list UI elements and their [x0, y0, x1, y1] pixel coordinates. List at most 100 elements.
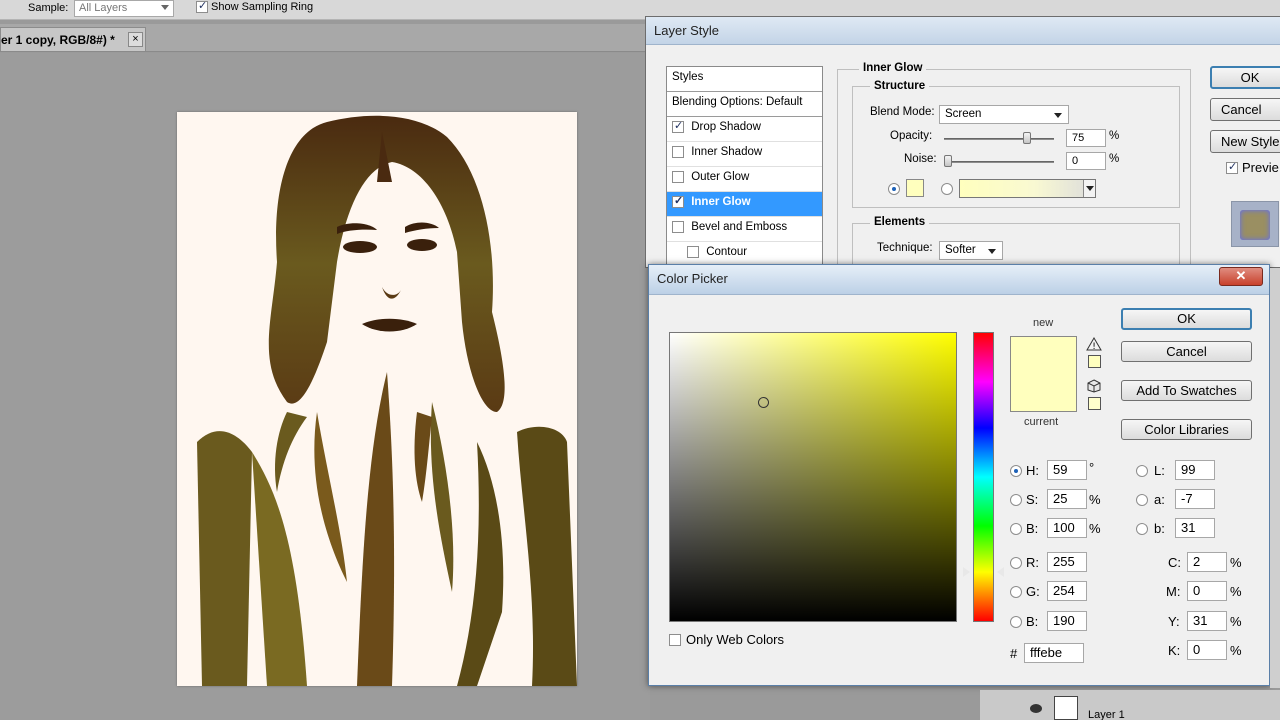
sample-select[interactable]: All Layers — [74, 0, 174, 17]
yellow-value: 31 — [1193, 613, 1208, 628]
new-style-button[interactable]: New Style — [1210, 130, 1280, 153]
brightness-radio[interactable] — [1010, 523, 1022, 535]
lightness-field[interactable]: 99 — [1175, 460, 1215, 480]
web-safe-cube-icon[interactable] — [1087, 379, 1102, 393]
opacity-field[interactable]: 75 — [1066, 129, 1106, 147]
b-channel-radio[interactable] — [1136, 523, 1148, 535]
saturation-field[interactable]: 25 — [1047, 489, 1087, 509]
show-sampling-ring-toggle[interactable]: Show Sampling Ring — [196, 0, 314, 13]
preview-toggle[interactable]: Previe — [1226, 160, 1279, 175]
blend-mode-select[interactable]: Screen — [939, 105, 1069, 124]
noise-field[interactable]: 0 — [1066, 152, 1106, 170]
cyan-field[interactable]: 2 — [1187, 552, 1227, 572]
color-picker-titlebar[interactable]: Color Picker — [649, 265, 1269, 295]
layer-style-titlebar[interactable]: Layer Style — [646, 17, 1280, 45]
document-tab[interactable]: er 1 copy, RGB/8#) * × — [0, 27, 146, 51]
yellow-field[interactable]: 31 — [1187, 611, 1227, 631]
color-field-cursor[interactable] — [758, 397, 769, 408]
color-radio[interactable] — [888, 183, 900, 195]
bevel-emboss-checkbox[interactable] — [672, 221, 684, 233]
color-picker-ok-button[interactable]: OK — [1121, 308, 1252, 330]
green-value: 254 — [1053, 583, 1075, 598]
saturation-radio[interactable] — [1010, 494, 1022, 506]
styles-item-blending-options[interactable]: Blending Options: Default — [667, 92, 822, 117]
green-field[interactable]: 254 — [1047, 581, 1087, 601]
gamut-warning-swatch[interactable] — [1088, 355, 1101, 368]
blue-field[interactable]: 190 — [1047, 611, 1087, 631]
outer-glow-checkbox[interactable] — [672, 171, 684, 183]
drop-shadow-checkbox[interactable] — [672, 119, 684, 133]
add-to-swatches-button[interactable]: Add To Swatches — [1121, 380, 1252, 401]
b-channel-field[interactable]: 31 — [1175, 518, 1215, 538]
only-web-colors-checkbox[interactable] — [669, 633, 681, 646]
technique-value: Softer — [945, 244, 976, 256]
saturation-brightness-field[interactable] — [669, 332, 957, 622]
show-sampling-ring-checkbox[interactable] — [196, 0, 208, 13]
styles-item-outer-glow[interactable]: Outer Glow — [667, 167, 822, 192]
hex-field[interactable]: fffebe — [1024, 643, 1084, 663]
noise-slider[interactable] — [944, 161, 1054, 163]
inner-glow-checkbox[interactable] — [672, 194, 684, 208]
a-channel-value: -7 — [1181, 491, 1193, 506]
styles-item-inner-shadow[interactable]: Inner Shadow — [667, 142, 822, 167]
hue-field[interactable]: 59 — [1047, 460, 1087, 480]
right-panel-edge — [1270, 268, 1280, 688]
lightness-radio[interactable] — [1136, 465, 1148, 477]
glow-gradient-picker[interactable] — [959, 179, 1096, 198]
red-field[interactable]: 255 — [1047, 552, 1087, 572]
hue-slider[interactable] — [973, 332, 994, 622]
sample-label: Sample: — [28, 2, 69, 14]
show-sampling-ring-label: Show Sampling Ring — [211, 1, 314, 13]
layer-style-ok-button[interactable]: OK — [1210, 66, 1280, 89]
green-radio[interactable] — [1010, 586, 1022, 598]
chevron-down-icon — [161, 5, 169, 10]
yellow-unit: % — [1230, 614, 1242, 629]
layer-style-cancel-button[interactable]: Cancel — [1210, 98, 1280, 121]
hue-slider-right-arrow[interactable] — [997, 567, 1004, 577]
technique-select[interactable]: Softer — [939, 241, 1003, 260]
gradient-radio[interactable] — [941, 183, 953, 195]
magenta-unit: % — [1230, 584, 1242, 599]
opacity-slider-thumb[interactable] — [1022, 132, 1031, 144]
black-label: K: — [1168, 643, 1181, 658]
hue-radio[interactable] — [1010, 465, 1022, 477]
document-canvas[interactable] — [177, 112, 577, 686]
inner-shadow-checkbox[interactable] — [672, 146, 684, 158]
eye-icon[interactable] — [1030, 704, 1042, 713]
saturation-unit: % — [1089, 492, 1101, 507]
hue-slider-left-arrow[interactable] — [963, 567, 970, 577]
noise-slider-thumb[interactable] — [944, 155, 952, 167]
styles-item-styles[interactable]: Styles — [667, 67, 822, 92]
close-icon[interactable]: ✕ — [1219, 267, 1263, 286]
color-picker-dialog: Color Picker ✕ new current ! OK Cancel A… — [648, 264, 1270, 686]
blue-value: 190 — [1053, 613, 1075, 628]
only-web-colors-toggle[interactable]: Only Web Colors — [669, 632, 784, 647]
green-label: G: — [1026, 584, 1040, 599]
styles-item-inner-glow[interactable]: Inner Glow — [667, 192, 822, 217]
a-channel-radio[interactable] — [1136, 494, 1148, 506]
color-picker-title: Color Picker — [657, 271, 728, 286]
contour-checkbox[interactable] — [687, 246, 699, 258]
current-color-swatch[interactable] — [1011, 374, 1076, 411]
warning-icon[interactable]: ! — [1086, 337, 1102, 351]
styles-item-bevel-emboss[interactable]: Bevel and Emboss — [667, 217, 822, 242]
brightness-label: B: — [1026, 521, 1039, 536]
lightness-value: 99 — [1181, 462, 1196, 477]
preview-checkbox[interactable] — [1226, 160, 1238, 174]
black-field[interactable]: 0 — [1187, 640, 1227, 660]
blue-radio[interactable] — [1010, 616, 1022, 628]
color-libraries-button[interactable]: Color Libraries — [1121, 419, 1252, 440]
glow-color-swatch[interactable] — [906, 179, 924, 197]
red-radio[interactable] — [1010, 557, 1022, 569]
noise-label: Noise: — [904, 153, 937, 165]
brightness-field[interactable]: 100 — [1047, 518, 1087, 538]
close-icon[interactable]: × — [128, 32, 143, 47]
opacity-slider[interactable] — [944, 138, 1054, 140]
web-safe-swatch[interactable] — [1088, 397, 1101, 410]
styles-item-drop-shadow[interactable]: Drop Shadow — [667, 117, 822, 142]
only-web-colors-label: Only Web Colors — [686, 632, 785, 647]
layers-panel-row[interactable]: Layer 1 — [980, 690, 1280, 720]
color-picker-cancel-button[interactable]: Cancel — [1121, 341, 1252, 362]
a-channel-field[interactable]: -7 — [1175, 489, 1215, 509]
magenta-field[interactable]: 0 — [1187, 581, 1227, 601]
